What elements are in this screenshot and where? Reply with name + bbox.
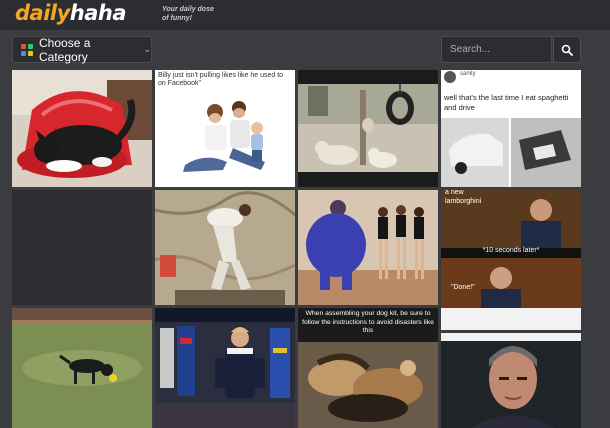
logo-text-daily: daily	[15, 1, 70, 25]
post-caption: Billy just isn't pulling likes like he u…	[158, 72, 284, 87]
cat-image	[12, 70, 152, 187]
tweet-text: well that's the last time I eat spaghett…	[444, 93, 569, 112]
post-thumbnail-flags[interactable]	[155, 308, 295, 428]
choose-category-button[interactable]: Choose a Category ⌄	[12, 35, 152, 64]
meme-bottom-text: "Done!"	[451, 284, 475, 291]
post-caption: When assembling your dog kit, be sure to…	[302, 310, 434, 334]
post-thumbnail-portrait[interactable]	[441, 333, 581, 428]
flags-image	[155, 308, 295, 428]
post-thumbnail-cat[interactable]	[12, 70, 152, 187]
lamborghini-meme-image	[441, 190, 581, 330]
floor-image	[155, 190, 295, 305]
search-button[interactable]	[553, 36, 581, 63]
post-thumbnail-family[interactable]: Billy just isn't pulling likes like he u…	[155, 70, 295, 187]
post-thumbnail-dogs-tire[interactable]	[298, 70, 438, 187]
meme-middle-text: *10 seconds later*	[482, 247, 540, 254]
tagline: Your daily dose of funny!	[162, 6, 214, 22]
logo-text-haha: haha	[69, 1, 127, 25]
search-input[interactable]	[441, 36, 552, 63]
post-thumbnail-placeholder[interactable]	[12, 190, 152, 305]
dogs-tire-image	[298, 70, 438, 187]
post-thumbnail-floor[interactable]	[155, 190, 295, 305]
tweet-handle: sanity	[460, 71, 476, 77]
costume-image	[298, 190, 438, 305]
chevron-down-icon: ⌄	[143, 44, 151, 54]
dog-yard-image	[12, 308, 152, 428]
tweet-image	[441, 70, 581, 187]
choose-category-label: Choose a Category	[39, 35, 91, 64]
portrait-image	[441, 333, 581, 428]
top-bar: dailyhaha Your daily dose of funny!	[0, 0, 610, 30]
meme-top-text: a new lamborghini	[445, 190, 482, 205]
post-thumbnail-dog-yard[interactable]	[12, 308, 152, 428]
post-thumbnail-costume[interactable]	[298, 190, 438, 305]
post-thumbnail-dog-kit[interactable]: When assembling your dog kit, be sure to…	[298, 308, 438, 428]
search-icon	[561, 44, 573, 56]
category-grid-icon	[21, 43, 33, 56]
post-thumbnail-spaghetti-tweet[interactable]: sanity well that's the last time I eat s…	[441, 70, 581, 187]
site-logo[interactable]: dailyhaha	[15, 1, 127, 25]
post-thumbnail-lamborghini[interactable]: a new lamborghini *10 seconds later* "Do…	[441, 190, 581, 330]
